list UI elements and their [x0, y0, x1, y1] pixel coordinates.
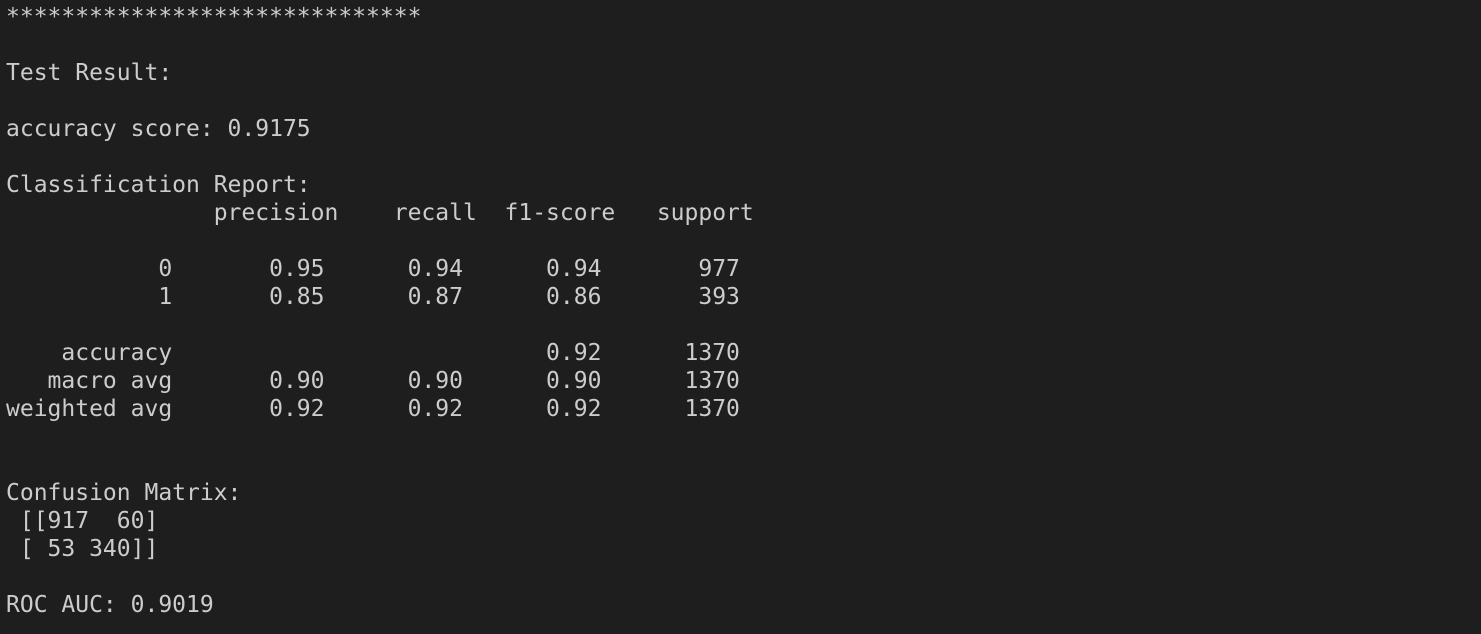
confusion-matrix-heading: Confusion Matrix: [6, 480, 242, 506]
report-row-class-1: 1 0.85 0.87 0.86 393 [6, 284, 740, 310]
report-row-class-0: 0 0.95 0.94 0.94 977 [6, 256, 740, 282]
report-row-accuracy: accuracy 0.92 1370 [6, 340, 740, 366]
report-row-weighted-avg: weighted avg 0.92 0.92 0.92 1370 [6, 396, 740, 422]
classification-report-heading: Classification Report: [6, 172, 311, 198]
report-column-headers: precision recall f1-score support [6, 200, 754, 226]
terminal-output[interactable]: ****************************** Test Resu… [0, 0, 1481, 634]
accuracy-score-line: accuracy score: 0.9175 [6, 116, 311, 142]
test-result-heading: Test Result: [6, 60, 173, 86]
confusion-matrix-row-0: [[917 60] [6, 508, 159, 534]
confusion-matrix-row-1: [ 53 340]] [6, 536, 159, 562]
report-row-macro-avg: macro avg 0.90 0.90 0.90 1370 [6, 368, 740, 394]
separator-line: ****************************** [6, 4, 422, 30]
roc-auc-line: ROC AUC: 0.9019 [6, 592, 214, 618]
